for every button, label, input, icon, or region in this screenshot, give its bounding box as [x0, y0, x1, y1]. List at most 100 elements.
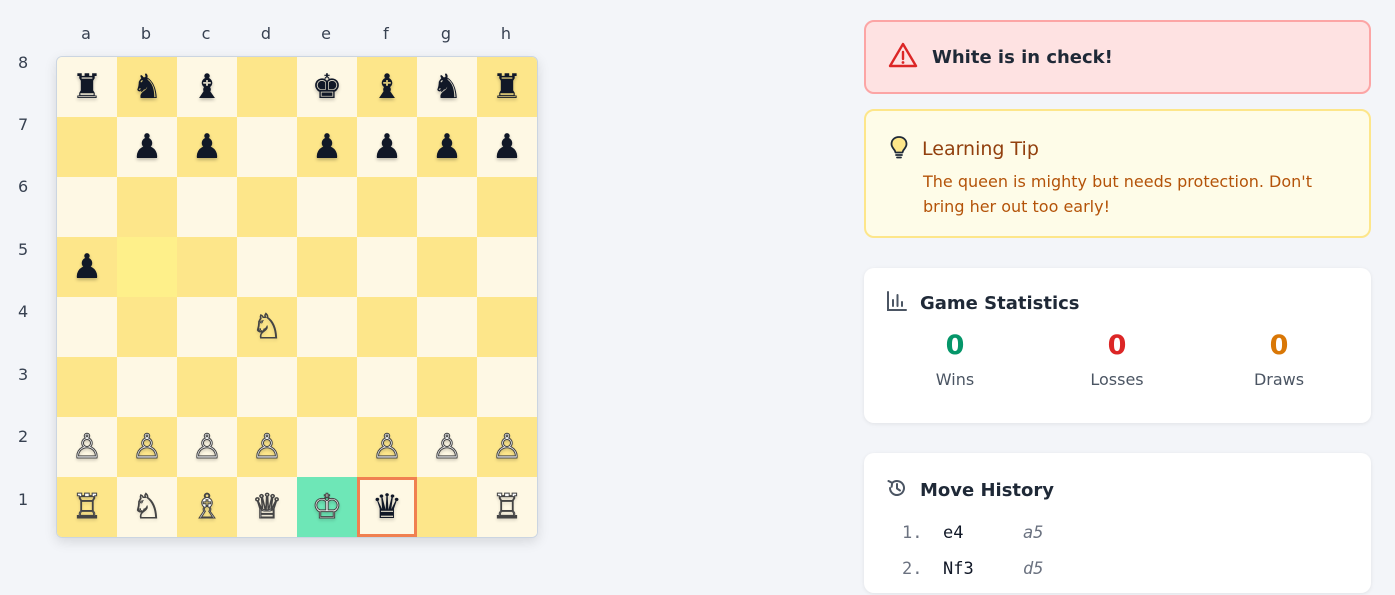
square-h3[interactable] — [477, 357, 537, 417]
square-e1[interactable]: ♔ — [297, 477, 357, 537]
square-g7[interactable]: ♟ — [417, 117, 477, 177]
square-d5[interactable] — [237, 237, 297, 297]
square-a2[interactable]: ♙ — [57, 417, 117, 477]
chess-piece[interactable]: ♝ — [372, 70, 402, 104]
square-a1[interactable]: ♖ — [57, 477, 117, 537]
chess-piece[interactable]: ♟ — [132, 130, 162, 164]
square-c3[interactable] — [177, 357, 237, 417]
square-e4[interactable] — [297, 297, 357, 357]
square-b7[interactable]: ♟ — [117, 117, 177, 177]
chess-piece[interactable]: ♟ — [312, 130, 342, 164]
square-a5[interactable]: ♟ — [57, 237, 117, 297]
chess-piece[interactable]: ♜ — [72, 70, 102, 104]
warning-triangle-icon — [888, 41, 918, 73]
square-h1[interactable]: ♖ — [477, 477, 537, 537]
square-b8[interactable]: ♞ — [117, 57, 177, 117]
square-d1[interactable]: ♕ — [237, 477, 297, 537]
square-g5[interactable] — [417, 237, 477, 297]
square-b3[interactable] — [117, 357, 177, 417]
square-c7[interactable]: ♟ — [177, 117, 237, 177]
rank-label: 6 — [18, 177, 29, 196]
square-a6[interactable] — [57, 177, 117, 237]
chess-piece[interactable]: ♙ — [71, 430, 103, 465]
chess-piece[interactable]: ♙ — [431, 430, 463, 465]
chess-piece[interactable]: ♛ — [372, 490, 402, 524]
square-h2[interactable]: ♙ — [477, 417, 537, 477]
square-g2[interactable]: ♙ — [417, 417, 477, 477]
square-d8[interactable] — [237, 57, 297, 117]
square-g1[interactable] — [417, 477, 477, 537]
square-g6[interactable] — [417, 177, 477, 237]
square-d4[interactable]: ♘ — [237, 297, 297, 357]
square-b2[interactable]: ♙ — [117, 417, 177, 477]
square-b6[interactable] — [117, 177, 177, 237]
square-f6[interactable] — [357, 177, 417, 237]
square-e8[interactable]: ♚ — [297, 57, 357, 117]
black-move[interactable]: a5 — [1023, 523, 1043, 543]
square-a7[interactable] — [57, 117, 117, 177]
square-a3[interactable] — [57, 357, 117, 417]
chess-piece[interactable]: ♟ — [432, 130, 462, 164]
square-c8[interactable]: ♝ — [177, 57, 237, 117]
chess-piece[interactable]: ♖ — [491, 490, 523, 525]
chess-piece[interactable]: ♙ — [491, 430, 523, 465]
square-a8[interactable]: ♜ — [57, 57, 117, 117]
stat-value: 0 — [945, 330, 965, 361]
chess-piece[interactable]: ♘ — [251, 310, 283, 345]
chess-piece[interactable]: ♘ — [131, 490, 163, 525]
square-f2[interactable]: ♙ — [357, 417, 417, 477]
chess-piece[interactable]: ♟ — [192, 130, 222, 164]
chess-piece[interactable]: ♙ — [191, 430, 223, 465]
square-c6[interactable] — [177, 177, 237, 237]
square-h4[interactable] — [477, 297, 537, 357]
chess-piece[interactable]: ♟ — [372, 130, 402, 164]
chess-piece[interactable]: ♖ — [71, 490, 103, 525]
square-f1[interactable]: ♛ — [357, 477, 417, 537]
square-d6[interactable] — [237, 177, 297, 237]
square-c1[interactable]: ♗ — [177, 477, 237, 537]
square-e3[interactable] — [297, 357, 357, 417]
square-c4[interactable] — [177, 297, 237, 357]
square-g8[interactable]: ♞ — [417, 57, 477, 117]
square-d7[interactable] — [237, 117, 297, 177]
square-h8[interactable]: ♜ — [477, 57, 537, 117]
chess-piece[interactable]: ♙ — [131, 430, 163, 465]
square-f8[interactable]: ♝ — [357, 57, 417, 117]
square-e5[interactable] — [297, 237, 357, 297]
square-f7[interactable]: ♟ — [357, 117, 417, 177]
chess-piece[interactable]: ♙ — [251, 430, 283, 465]
square-h5[interactable] — [477, 237, 537, 297]
square-h6[interactable] — [477, 177, 537, 237]
white-move[interactable]: Nf3 — [943, 559, 974, 579]
square-e6[interactable] — [297, 177, 357, 237]
square-h7[interactable]: ♟ — [477, 117, 537, 177]
square-b5[interactable] — [117, 237, 177, 297]
square-g3[interactable] — [417, 357, 477, 417]
square-c5[interactable] — [177, 237, 237, 297]
chess-piece[interactable]: ♔ — [311, 490, 343, 525]
chess-piece[interactable]: ♕ — [251, 490, 283, 525]
chess-piece[interactable]: ♜ — [492, 70, 522, 104]
chess-piece[interactable]: ♞ — [132, 70, 162, 104]
chess-piece[interactable]: ♟ — [72, 250, 102, 284]
black-move[interactable]: d5 — [1023, 559, 1043, 579]
square-f5[interactable] — [357, 237, 417, 297]
square-c2[interactable]: ♙ — [177, 417, 237, 477]
square-g4[interactable] — [417, 297, 477, 357]
chess-piece[interactable]: ♟ — [492, 130, 522, 164]
chess-piece[interactable]: ♗ — [191, 490, 223, 525]
square-a4[interactable] — [57, 297, 117, 357]
square-b1[interactable]: ♘ — [117, 477, 177, 537]
white-move[interactable]: e4 — [943, 523, 963, 543]
square-b4[interactable] — [117, 297, 177, 357]
square-e7[interactable]: ♟ — [297, 117, 357, 177]
square-f3[interactable] — [357, 357, 417, 417]
square-f4[interactable] — [357, 297, 417, 357]
square-d2[interactable]: ♙ — [237, 417, 297, 477]
chess-piece[interactable]: ♙ — [371, 430, 403, 465]
square-d3[interactable] — [237, 357, 297, 417]
square-e2[interactable] — [297, 417, 357, 477]
chess-piece[interactable]: ♝ — [192, 70, 222, 104]
chess-piece[interactable]: ♚ — [312, 70, 342, 104]
chess-piece[interactable]: ♞ — [432, 70, 462, 104]
